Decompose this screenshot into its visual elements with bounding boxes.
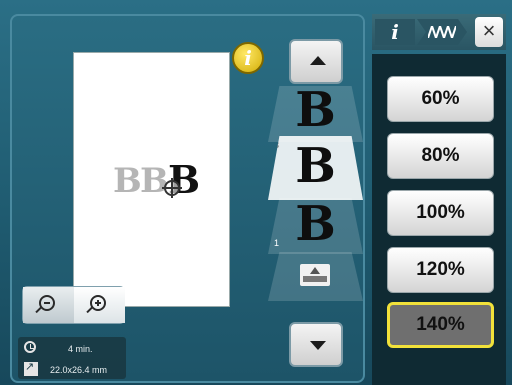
design-size: 22.0x26.4 mm: [50, 365, 108, 375]
arrange-icon[interactable]: [300, 264, 330, 286]
preview-letter: B: [113, 161, 142, 201]
resize-icon: [24, 360, 38, 376]
tab-bar: i ×: [372, 14, 506, 50]
zoom-100-button[interactable]: 100%: [387, 190, 494, 236]
zoom-in-icon: [90, 295, 106, 311]
tab-info[interactable]: i: [375, 19, 415, 45]
layer-letter: B: [295, 196, 336, 252]
stitch-icon: [428, 26, 456, 38]
zoom-out-button[interactable]: [23, 287, 75, 323]
layer-letter: B: [295, 138, 336, 194]
zoom-controls: [22, 286, 125, 324]
zoom-options: 60% 80% 100% 120% 140%: [372, 54, 506, 385]
layer-item[interactable]: B: [268, 86, 363, 142]
screen: B B B i B B 3 B 1 4 min. 22.0x26.4: [0, 0, 512, 385]
layer-letter: B: [295, 82, 336, 138]
crosshair-icon: [162, 178, 182, 198]
stitch-time: 4 min.: [68, 344, 93, 354]
status-info: 4 min. 22.0x26.4 mm: [18, 337, 126, 379]
scroll-up-button[interactable]: [289, 39, 343, 84]
zoom-80-button[interactable]: 80%: [387, 133, 494, 179]
zoom-140-button[interactable]: 140%: [387, 302, 494, 348]
tab-stitch[interactable]: [417, 19, 467, 45]
scroll-down-button[interactable]: [289, 322, 343, 367]
clock-icon: [24, 341, 36, 353]
zoom-120-button[interactable]: 120%: [387, 247, 494, 293]
zoom-60-button[interactable]: 60%: [387, 76, 494, 122]
layer-item-selected[interactable]: B 3: [268, 136, 363, 200]
zoom-in-button[interactable]: [74, 287, 125, 323]
design-preview: B B B: [113, 160, 208, 202]
right-panel: i × 60% 80% 100% 120% 140%: [372, 14, 506, 385]
layer-number: 1: [274, 238, 280, 248]
layer-stack: B B 3 B 1: [268, 86, 363, 301]
arrow-up-icon: [310, 56, 326, 65]
preview-letter: B: [140, 161, 169, 201]
arrow-down-icon: [310, 341, 326, 350]
layer-item[interactable]: B 1: [268, 198, 363, 254]
info-button[interactable]: i: [232, 42, 264, 74]
close-button[interactable]: ×: [475, 17, 503, 47]
zoom-out-icon: [39, 295, 55, 311]
